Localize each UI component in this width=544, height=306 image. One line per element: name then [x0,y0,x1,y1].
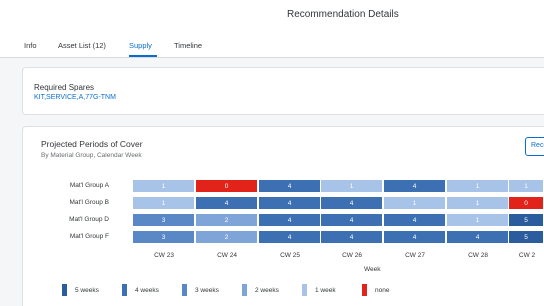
legend-label: 3 weeks [195,286,219,294]
legend-swatch [302,284,307,296]
legend-swatch [182,284,187,296]
heatmap-cell[interactable]: 0 [195,179,258,193]
legend-label: 2 weeks [255,286,279,294]
column-label-cw-27: CW 27 [405,252,425,259]
required-spares-panel: Required Spares KIT,SERVICE,A,77G-TNM [22,67,544,115]
heatmap-cell[interactable]: 1 [446,179,509,193]
heatmap-cell[interactable]: 1 [446,196,509,210]
page-title: Recommendation Details [287,9,399,20]
legend-item-4-weeks: 4 weeks [122,284,159,296]
legend-item-none: none [362,284,389,296]
heatmap-cell[interactable]: 4 [258,230,321,244]
heatmap-cell[interactable]: 0 [508,196,544,210]
required-spares-title: Required Spares [34,83,95,92]
legend-item-1-week: 1 week [302,284,336,296]
heatmap-cell[interactable]: 4 [320,230,383,244]
legend-swatch [62,284,67,296]
tab-info[interactable]: Info [24,41,37,50]
legend-item-2-weeks: 2 weeks [242,284,279,296]
heatmap-cell[interactable]: 1 [320,179,383,193]
x-axis-title: Week [364,266,381,273]
legend-label: 1 week [315,286,336,294]
tab-asset-list[interactable]: Asset List (12) [58,41,106,50]
heatmap-cell[interactable]: 4 [195,196,258,210]
column-label-cw-28: CW 28 [468,252,488,259]
recommendation-button[interactable]: Reco [525,137,544,156]
tab-supply[interactable]: Supply [129,41,152,50]
heatmap-cell[interactable]: 4 [383,213,446,227]
heatmap-cell[interactable]: 2 [195,213,258,227]
legend-swatch [242,284,247,296]
heatmap-cell[interactable]: 4 [383,179,446,193]
heatmap-cell[interactable]: 1 [446,213,509,227]
column-label-cw-24: CW 24 [217,252,237,259]
app-header: Recommendation Details [0,0,544,30]
heatmap-cell[interactable]: 4 [383,230,446,244]
heatmap-cell[interactable]: 5 [508,213,544,227]
column-label-cw-2: CW 2 [518,252,536,259]
heatmap-cell[interactable]: 1 [132,179,195,193]
legend-label: 5 weeks [75,286,99,294]
legend-item-5-weeks: 5 weeks [62,284,99,296]
row-label-mat-l-group-a: Mat'l Group A [69,182,109,189]
row-label-mat-l-group-f: Mat'l Group F [69,233,109,240]
legend-item-3-weeks: 3 weeks [182,284,219,296]
legend-label: none [375,286,390,294]
selected-tab-indicator [129,55,157,57]
tab-bar: Info Asset List (12) Supply Timeline [0,30,544,58]
heatmap-cell[interactable]: 4 [320,213,383,227]
column-label-cw-25: CW 25 [280,252,300,259]
heatmap-cell[interactable]: 1 [508,179,544,193]
required-spares-link[interactable]: KIT,SERVICE,A,77G-TNM [34,94,116,101]
cover-title: Projected Periods of Cover [41,139,143,149]
row-label-mat-l-group-b: Mat'l Group B [69,199,109,206]
heatmap-cell[interactable]: 3 [132,230,195,244]
legend-swatch [122,284,127,296]
heatmap-cell[interactable]: 4 [258,196,321,210]
cover-subtitle: By Material Group, Calendar Week [41,152,142,159]
heatmap-cell[interactable]: 2 [195,230,258,244]
heatmap-cell[interactable]: 1 [132,196,195,210]
heatmap-cell[interactable]: 4 [320,196,383,210]
heatmap-cell[interactable]: 4 [258,213,321,227]
heatmap-cell[interactable]: 3 [132,213,195,227]
row-label-mat-l-group-d: Mat'l Group D [69,216,109,223]
heatmap-cell[interactable]: 4 [446,230,509,244]
tab-timeline[interactable]: Timeline [174,41,202,50]
legend-label: 4 weeks [135,286,159,294]
heatmap-cell[interactable]: 4 [258,179,321,193]
heatmap-cell[interactable]: 5 [508,230,544,244]
legend-swatch [362,284,367,296]
column-label-cw-23: CW 23 [154,252,174,259]
column-label-cw-26: CW 26 [342,252,362,259]
heatmap-cell[interactable]: 1 [383,196,446,210]
